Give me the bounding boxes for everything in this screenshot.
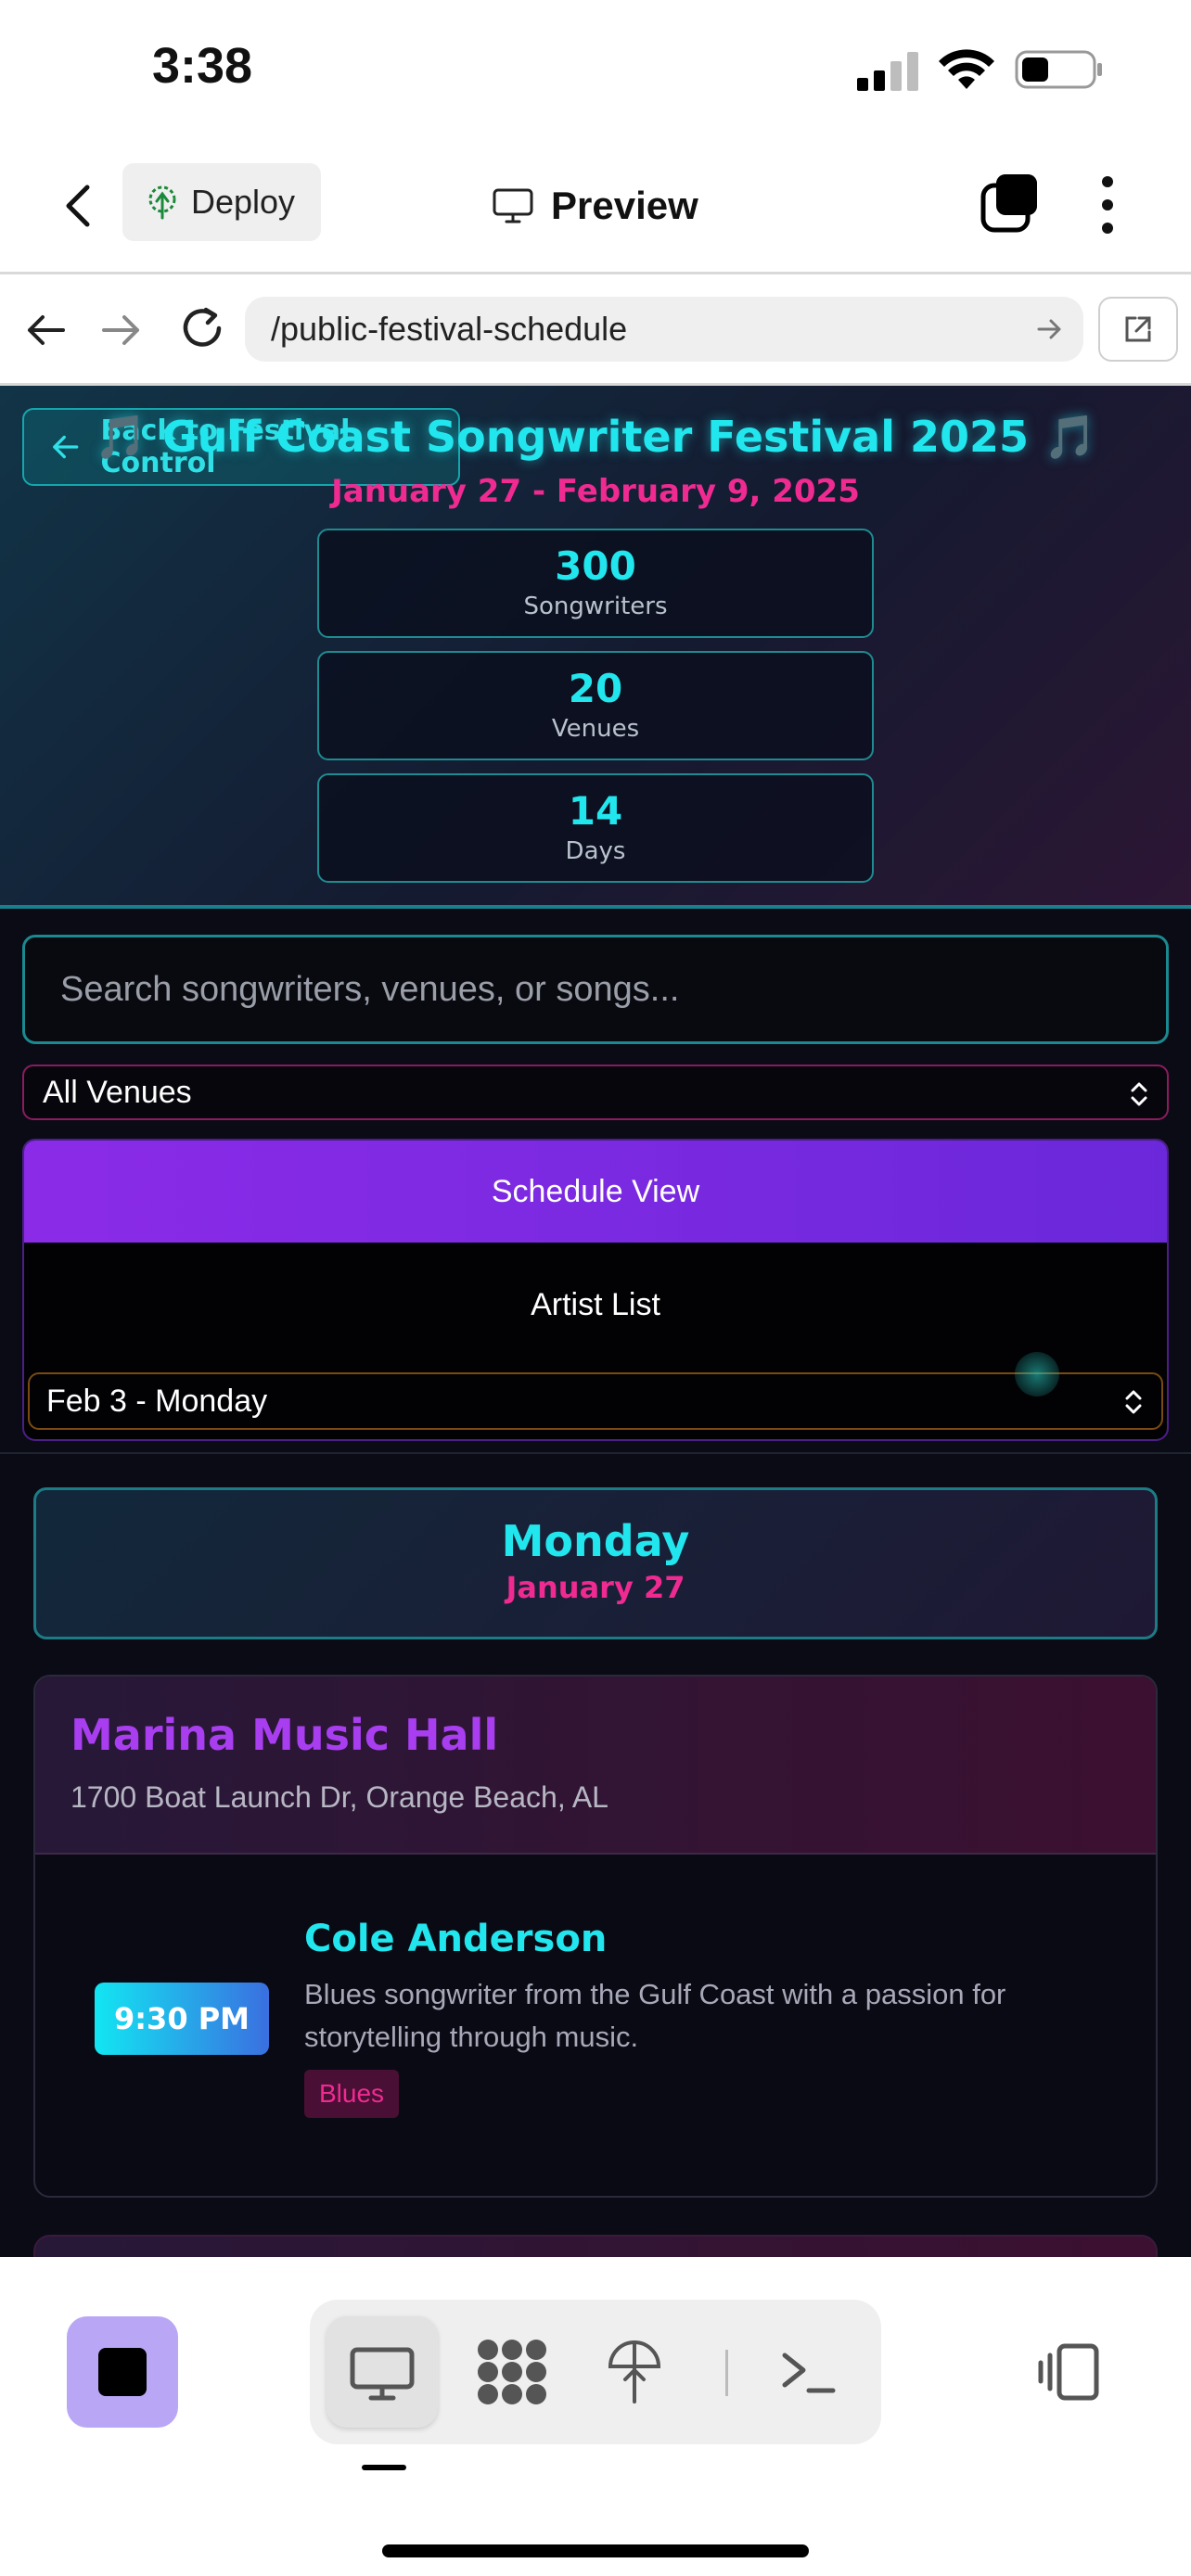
stat-value: 14 bbox=[568, 788, 623, 834]
stat-label: Days bbox=[565, 837, 626, 865]
artist-name[interactable]: Cole Anderson bbox=[304, 1918, 607, 1960]
status-time: 3:38 bbox=[152, 38, 253, 94]
preview-label: Preview bbox=[551, 184, 698, 227]
active-tab-indicator bbox=[362, 2465, 406, 2470]
preview-title: Preview bbox=[492, 176, 698, 236]
festival-dates: January 27 - February 9, 2025 bbox=[331, 473, 860, 510]
festival-hero: Back to Festival Control 🎵 Gulf Coast So… bbox=[0, 386, 1191, 909]
deploy-label: Deploy bbox=[191, 183, 296, 221]
venue-name: Marina Music Hall bbox=[70, 1710, 499, 1760]
external-link-icon bbox=[1125, 316, 1151, 342]
web-preview: Back to Festival Control 🎵 Gulf Coast So… bbox=[0, 386, 1191, 2257]
day-select[interactable]: Feb 3 - Monday bbox=[28, 1372, 1163, 1430]
tab-schedule-view[interactable]: Schedule View bbox=[24, 1141, 1167, 1243]
status-bar: 3:38 bbox=[0, 0, 1191, 139]
deploy-icon bbox=[148, 185, 176, 220]
tab-artist-list[interactable]: Artist List bbox=[24, 1243, 1167, 1367]
cursor-glow bbox=[1015, 1352, 1059, 1396]
more-vertical-icon[interactable] bbox=[1096, 172, 1119, 237]
view-toggle: Schedule View Artist List Feb 3 - Monday bbox=[22, 1139, 1169, 1441]
device-rotate-icon[interactable] bbox=[1035, 2342, 1102, 2402]
venue-select[interactable]: All Venues bbox=[22, 1065, 1169, 1120]
tab-label: Schedule View bbox=[491, 1173, 700, 1209]
stat-label: Songwriters bbox=[523, 593, 668, 620]
url-bar: /public-festival-schedule bbox=[0, 274, 1191, 386]
tab-label: Artist List bbox=[531, 1286, 660, 1322]
day-date: January 27 bbox=[506, 1570, 685, 1605]
search-input[interactable]: Search songwriters, venues, or songs... bbox=[22, 935, 1169, 1044]
stat-songwriters: 300 Songwriters bbox=[317, 529, 874, 638]
day-select-value: Feb 3 - Monday bbox=[46, 1383, 268, 1419]
cellular-signal-icon bbox=[857, 52, 918, 91]
search-placeholder: Search songwriters, venues, or songs... bbox=[60, 969, 680, 1009]
url-input[interactable]: /public-festival-schedule bbox=[245, 297, 1083, 362]
festival-title: 🎵 Gulf Coast Songwriter Festival 2025 🎵 bbox=[94, 412, 1097, 462]
venue-card: Marina Music Hall 1700 Boat Launch Dr, O… bbox=[33, 1675, 1158, 2198]
monitor-icon bbox=[493, 188, 533, 223]
arrow-right-icon[interactable] bbox=[100, 312, 143, 349]
tabs-icon[interactable] bbox=[980, 172, 1041, 234]
day-header: Monday January 27 bbox=[33, 1487, 1158, 1639]
performance-time: 9:30 PM bbox=[95, 1983, 269, 2055]
mode-separator bbox=[725, 2350, 728, 2396]
open-external-button[interactable] bbox=[1098, 297, 1178, 362]
stat-days: 14 Days bbox=[317, 773, 874, 883]
stat-value: 300 bbox=[555, 543, 636, 589]
deploy-icon[interactable] bbox=[607, 2339, 662, 2405]
stat-value: 20 bbox=[568, 666, 623, 711]
section-divider bbox=[0, 1452, 1191, 1454]
stop-icon bbox=[98, 2348, 147, 2396]
day-name: Monday bbox=[501, 1516, 690, 1566]
stat-label: Venues bbox=[551, 715, 640, 743]
url-text: /public-festival-schedule bbox=[271, 310, 628, 348]
go-arrow-icon[interactable] bbox=[1037, 317, 1063, 341]
chevron-up-down-icon bbox=[1131, 1082, 1147, 1106]
venue-card-next bbox=[33, 2235, 1158, 2257]
deploy-button[interactable]: Deploy bbox=[122, 163, 321, 241]
home-indicator bbox=[382, 2544, 809, 2557]
grid-blob-icon[interactable] bbox=[475, 2339, 549, 2405]
monitor-icon[interactable] bbox=[349, 2346, 416, 2402]
back-chevron-icon[interactable] bbox=[56, 176, 100, 236]
wifi-icon bbox=[939, 49, 994, 89]
artist-description: Blues songwriter from the Gulf Coast wit… bbox=[304, 1978, 1006, 2053]
app-header: Deploy Preview bbox=[0, 139, 1191, 274]
venue-header: Marina Music Hall 1700 Boat Launch Dr, O… bbox=[35, 1677, 1156, 1855]
bottom-toolbar bbox=[0, 2257, 1191, 2576]
chevron-up-down-icon bbox=[1125, 1390, 1142, 1414]
stop-button[interactable] bbox=[67, 2316, 178, 2428]
venue-select-value: All Venues bbox=[43, 1074, 192, 1110]
reload-icon[interactable] bbox=[178, 304, 226, 352]
stat-venues: 20 Venues bbox=[317, 651, 874, 760]
mode-switcher bbox=[310, 2300, 881, 2444]
arrow-left-icon[interactable] bbox=[24, 312, 67, 349]
venue-address: 1700 Boat Launch Dr, Orange Beach, AL bbox=[70, 1780, 608, 1814]
genre-tag: Blues bbox=[304, 2070, 400, 2118]
terminal-icon[interactable] bbox=[779, 2348, 837, 2396]
battery-icon bbox=[1015, 50, 1102, 89]
